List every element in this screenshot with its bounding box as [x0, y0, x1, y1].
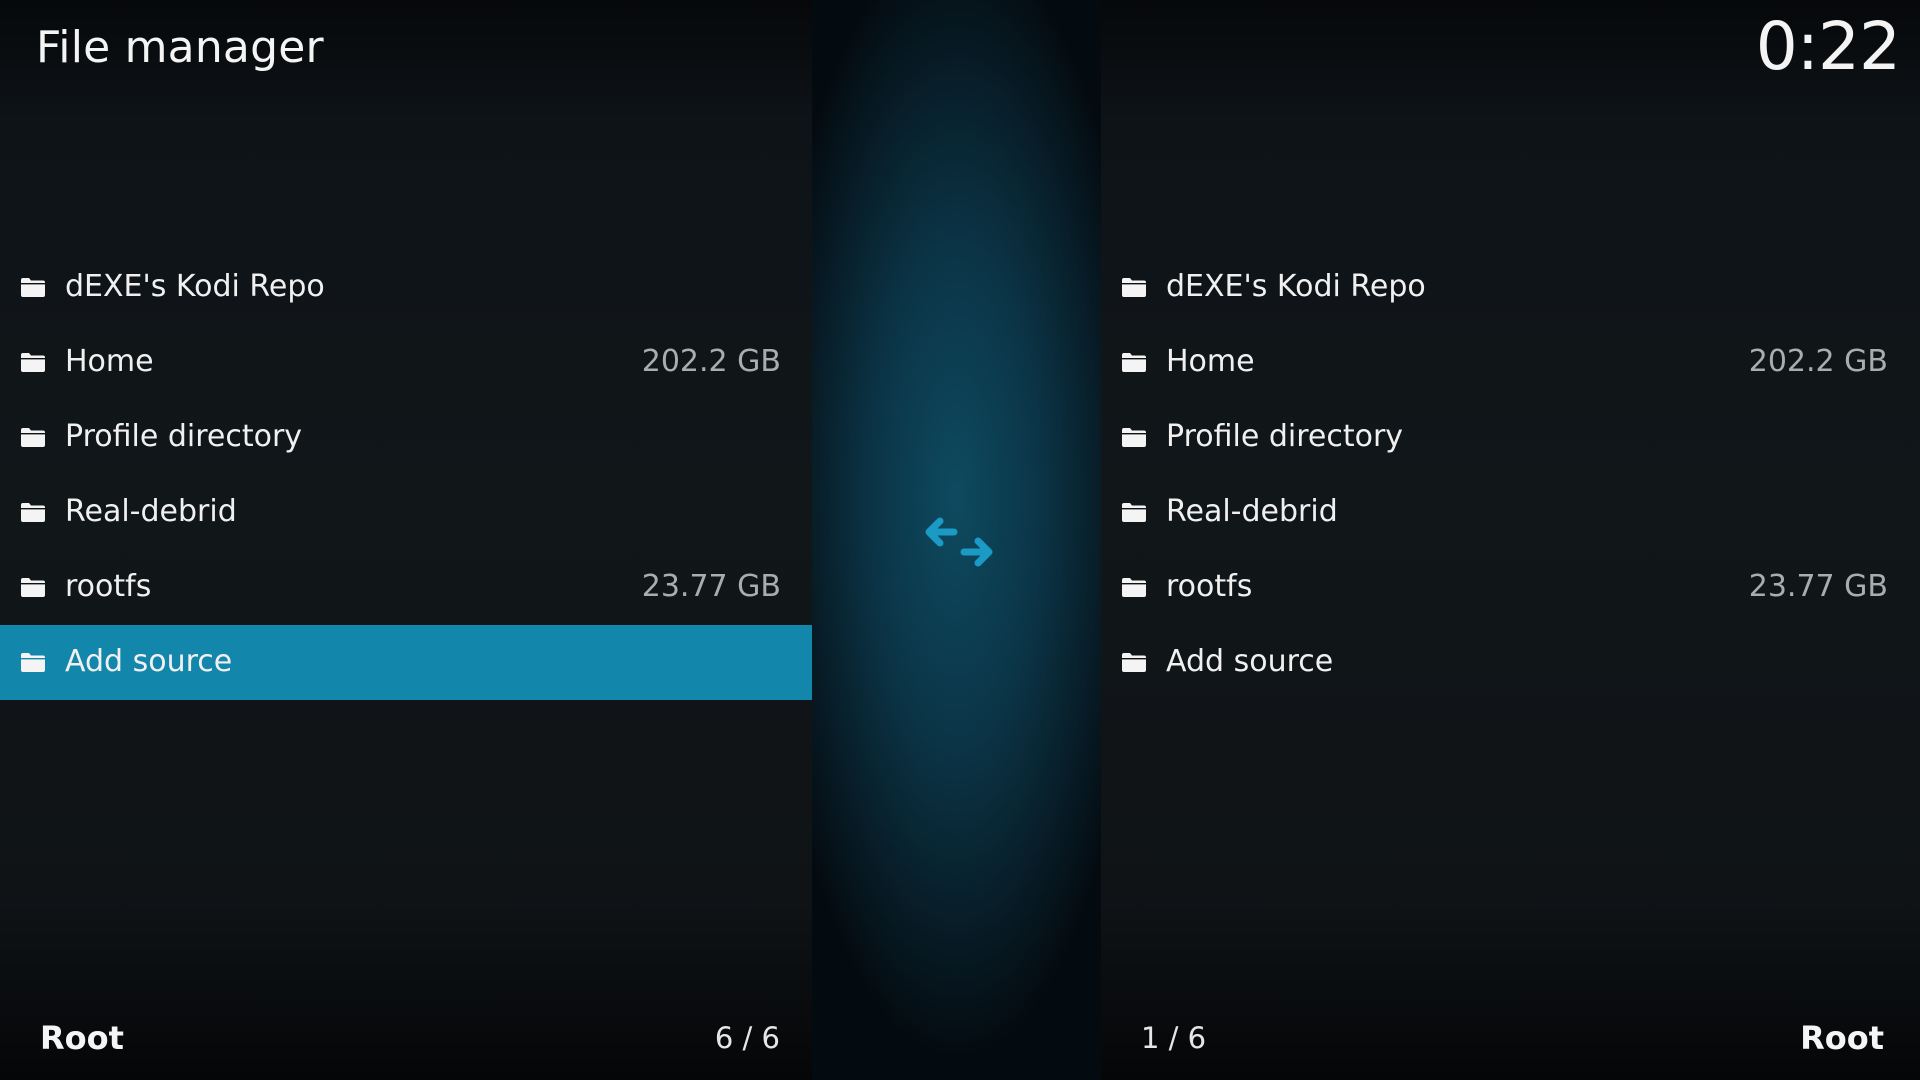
left-pane: File manager dEXE's Kodi Repo Home 202.2…	[0, 0, 812, 1080]
item-label: rootfs	[65, 569, 152, 604]
list-item[interactable]: Profile directory	[1101, 400, 1920, 475]
folder-icon	[21, 578, 45, 597]
left-footer-count: 6 / 6	[714, 1021, 780, 1055]
item-label: dEXE's Kodi Repo	[1166, 269, 1426, 304]
folder-icon	[21, 278, 45, 297]
right-file-list: dEXE's Kodi Repo Home 202.2 GB Profile d…	[1101, 250, 1920, 700]
swap-arrows-icon[interactable]	[924, 512, 994, 572]
list-item[interactable]: Home 202.2 GB	[0, 325, 812, 400]
item-label: dEXE's Kodi Repo	[65, 269, 325, 304]
left-footer-path: Root	[40, 1019, 124, 1057]
item-label: Add source	[1166, 644, 1334, 679]
item-label: Real-debrid	[1166, 494, 1338, 529]
left-file-list: dEXE's Kodi Repo Home 202.2 GB Profile d…	[0, 250, 812, 700]
item-label: Add source	[65, 644, 233, 679]
list-item[interactable]: Real-debrid	[1101, 475, 1920, 550]
item-size: 202.2 GB	[1748, 344, 1888, 379]
item-size: 202.2 GB	[641, 344, 781, 379]
list-item[interactable]: rootfs 23.77 GB	[0, 550, 812, 625]
item-label: Home	[1166, 344, 1255, 379]
folder-icon	[21, 503, 45, 522]
folder-icon	[1122, 278, 1146, 297]
item-size: 23.77 GB	[641, 569, 781, 604]
file-manager-window: File manager dEXE's Kodi Repo Home 202.2…	[0, 0, 1920, 1080]
folder-icon	[21, 653, 45, 672]
list-item[interactable]: Home 202.2 GB	[1101, 325, 1920, 400]
list-item[interactable]: Add source	[1101, 625, 1920, 700]
list-item-focused[interactable]: Add source	[0, 625, 812, 700]
folder-icon	[1122, 653, 1146, 672]
list-item[interactable]: Profile directory	[0, 400, 812, 475]
folder-icon	[21, 353, 45, 372]
right-pane: 0:22 dEXE's Kodi Repo Home 202.2 GB Prof…	[1101, 0, 1920, 1080]
list-item[interactable]: Real-debrid	[0, 475, 812, 550]
list-item[interactable]: dEXE's Kodi Repo	[0, 250, 812, 325]
item-label: Profile directory	[1166, 419, 1404, 454]
item-label: Real-debrid	[65, 494, 237, 529]
item-label: rootfs	[1166, 569, 1253, 604]
right-footer-path: Root	[1800, 1019, 1884, 1057]
item-label: Profile directory	[65, 419, 303, 454]
item-size: 23.77 GB	[1748, 569, 1888, 604]
clock: 0:22	[1755, 8, 1901, 85]
folder-icon	[1122, 503, 1146, 522]
list-item[interactable]: dEXE's Kodi Repo	[1101, 250, 1920, 325]
item-label: Home	[65, 344, 154, 379]
folder-icon	[1122, 428, 1146, 447]
folder-icon	[21, 428, 45, 447]
list-item[interactable]: rootfs 23.77 GB	[1101, 550, 1920, 625]
right-footer-count: 1 / 6	[1141, 1021, 1207, 1055]
folder-icon	[1122, 353, 1146, 372]
page-title: File manager	[36, 22, 324, 73]
folder-icon	[1122, 578, 1146, 597]
